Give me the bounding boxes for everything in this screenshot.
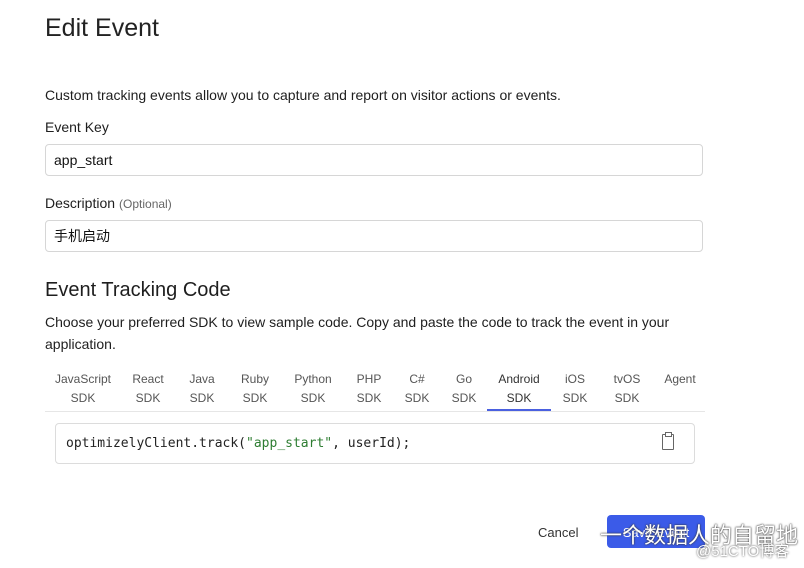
tab-label: PHP [356,372,382,386]
description-input[interactable]: 手机启动 [45,220,703,252]
tab-sublabel: SDK [135,391,161,405]
optional-hint: (Optional) [119,197,172,211]
clipboard-icon[interactable] [662,432,674,450]
tab-label: iOS [564,372,585,386]
sdk-tabs: JavaScript SDK React SDK Java SDK Ruby SDK Pytho… [45,368,705,412]
tab-csharp[interactable]: C# SDK [393,368,441,411]
tab-label: tvOS [613,372,641,386]
tab-label: Android [498,372,540,386]
tab-label: Python [294,372,332,386]
tracking-instructions: Choose your preferred SDK to view sample… [45,314,670,352]
tab-sublabel: SDK [70,391,96,405]
cancel-button[interactable]: Cancel [538,525,578,540]
code-text-end: , userId); [332,436,411,451]
tab-sublabel: SDK [451,391,477,405]
tab-ios[interactable]: iOS SDK [551,368,599,411]
tab-label: Agent [664,372,696,386]
intro-text: Custom tracking events allow you to capt… [45,87,561,103]
watermark-source: @51CTO博客 [696,543,790,560]
tab-label: Ruby [240,372,269,386]
tab-tvos[interactable]: tvOS SDK [599,368,655,411]
tracking-heading: Event Tracking Code [45,279,231,301]
tab-sublabel: SDK [189,391,215,405]
tab-sublabel: SDK [404,391,430,405]
page-title: Edit Event [45,14,159,42]
code-string: "app_start" [246,436,333,451]
tab-java[interactable]: Java SDK [175,368,229,411]
tab-label: JavaScript [54,372,112,386]
tab-sublabel: SDK [614,391,640,405]
code-sample: optimizelyClient.track("app_start", user… [55,423,695,464]
tab-label: Java [189,372,215,386]
tab-label: React [132,372,164,386]
tab-python[interactable]: Python SDK [281,368,345,411]
tab-sublabel: SDK [506,391,532,405]
code-text: optimizelyClient.track( [66,436,247,451]
tab-android[interactable]: Android SDK [487,368,551,411]
tab-sublabel: SDK [242,391,268,405]
tab-label: C# [409,372,425,386]
event-key-label: Event Key [45,119,109,135]
description-label-text: Description [45,195,116,211]
tab-sublabel: SDK [300,391,326,405]
tab-agent[interactable]: Agent [655,368,705,411]
tab-go[interactable]: Go SDK [441,368,487,411]
tab-sublabel: SDK [562,391,588,405]
tab-ruby[interactable]: Ruby SDK [229,368,281,411]
tab-label: Go [455,372,472,386]
event-key-input[interactable]: app_start [45,144,703,176]
description-label: Description (Optional) [45,195,172,211]
tab-javascript[interactable]: JavaScript SDK [45,368,121,411]
tab-react[interactable]: React SDK [121,368,175,411]
tab-sublabel: SDK [356,391,382,405]
tab-php[interactable]: PHP SDK [345,368,393,411]
